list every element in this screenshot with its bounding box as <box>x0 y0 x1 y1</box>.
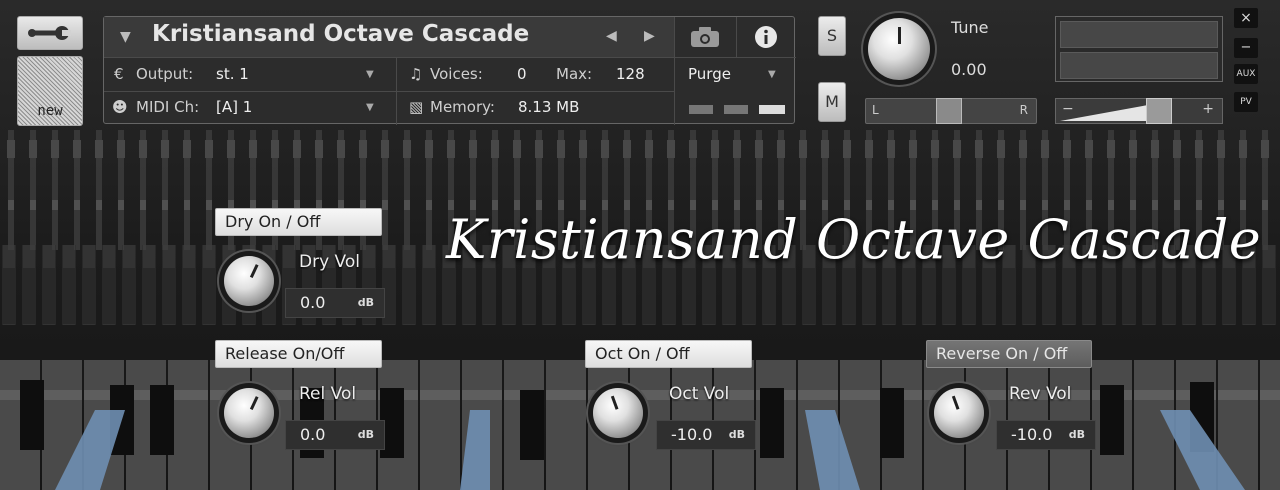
new-label: new <box>37 103 63 119</box>
close-button[interactable]: × <box>1234 8 1258 28</box>
wrench-icon <box>28 26 71 40</box>
volume-handle[interactable] <box>1146 98 1172 124</box>
rel-vol-value: 0.0 <box>300 425 326 444</box>
rel-vol-label: Rel Vol <box>299 384 357 404</box>
tune-knob[interactable] <box>868 18 930 80</box>
purge-menu[interactable]: Purge <box>688 65 731 83</box>
output-icon: € <box>114 65 124 83</box>
dry-toggle[interactable]: Dry On / Off <box>215 208 382 236</box>
rel-vol-knob[interactable] <box>224 388 274 438</box>
rev-vol-unit: dB <box>1068 428 1085 441</box>
options-button[interactable] <box>17 16 83 50</box>
rel-vol-unit: dB <box>357 428 374 441</box>
pan-slider[interactable]: L R <box>865 98 1037 124</box>
oct-vol-knob[interactable] <box>593 388 643 438</box>
dry-vol-knob[interactable] <box>224 256 274 306</box>
volume-plus-label: + <box>1202 101 1214 117</box>
voices-icon: ♫ <box>409 65 423 83</box>
instrument-name[interactable]: Kristiansand Octave Cascade <box>152 21 529 47</box>
max-label: Max: <box>556 65 593 83</box>
instrument-logo-title: Kristiansand Octave Cascade <box>446 208 1262 271</box>
dry-vol-unit: dB <box>357 296 374 309</box>
instrument-title-row: ▼ Kristiansand Octave Cascade ◀ ▶ <box>104 17 674 57</box>
pan-right-label: R <box>1019 103 1028 117</box>
rel-vol-value-box[interactable]: 0.0 dB <box>285 420 385 450</box>
dry-vol-value: 0.0 <box>300 293 326 312</box>
pan-handle[interactable] <box>936 98 962 124</box>
next-icon[interactable]: ▶ <box>644 28 655 44</box>
rev-vol-knob[interactable] <box>934 388 984 438</box>
purge-indicator-3 <box>759 105 785 114</box>
pv-button[interactable]: PV <box>1234 92 1258 112</box>
max-voices-value[interactable]: 128 <box>616 65 645 83</box>
aux-button[interactable]: AUX <box>1234 64 1258 84</box>
midi-dropdown-icon[interactable]: ▼ <box>366 102 374 113</box>
new-instrument-button[interactable]: new <box>17 56 83 126</box>
midi-icon: ☻ <box>112 98 128 116</box>
output-label: Output: <box>136 65 194 83</box>
level-meters <box>1055 16 1223 82</box>
voices-label: Voices: <box>430 65 483 83</box>
memory-label: Memory: <box>430 98 495 116</box>
oct-vol-value: -10.0 <box>671 425 713 444</box>
purge-indicator-2 <box>724 105 748 114</box>
output-value[interactable]: st. 1 <box>216 65 249 83</box>
reverse-toggle[interactable]: Reverse On / Off <box>926 340 1092 368</box>
pan-left-label: L <box>872 103 879 117</box>
mute-button[interactable]: M <box>818 82 846 122</box>
rev-vol-label: Rev Vol <box>1009 384 1072 404</box>
midi-label: MIDI Ch: <box>136 98 200 116</box>
rev-vol-value: -10.0 <box>1011 425 1053 444</box>
oct-vol-value-box[interactable]: -10.0 dB <box>656 420 756 450</box>
dry-vol-value-box[interactable]: 0.0 dB <box>285 288 385 318</box>
info-icon[interactable] <box>754 25 778 49</box>
solo-button[interactable]: S <box>818 16 846 56</box>
voices-value: 0 <box>517 65 527 83</box>
purge-indicator-1 <box>689 105 713 114</box>
tune-label: Tune <box>951 18 989 37</box>
tune-value: 0.00 <box>951 60 987 79</box>
dry-vol-label: Dry Vol <box>299 252 360 272</box>
prev-icon[interactable]: ◀ <box>606 28 617 44</box>
volume-slider[interactable]: − + <box>1055 98 1223 124</box>
octave-toggle[interactable]: Oct On / Off <box>585 340 752 368</box>
purge-dropdown-icon[interactable]: ▼ <box>768 69 776 80</box>
camera-icon[interactable] <box>690 26 720 48</box>
memory-value: 8.13 MB <box>518 98 580 116</box>
output-dropdown-icon[interactable]: ▼ <box>366 69 374 80</box>
release-toggle[interactable]: Release On/Off <box>215 340 382 368</box>
dropdown-arrow-icon[interactable]: ▼ <box>120 29 131 45</box>
minimize-button[interactable]: − <box>1234 38 1258 58</box>
memory-icon: ▧ <box>409 98 424 116</box>
level-meter-left <box>1060 21 1218 48</box>
midi-channel-value[interactable]: [A] 1 <box>216 98 252 116</box>
rev-vol-value-box[interactable]: -10.0 dB <box>996 420 1096 450</box>
level-meter-right <box>1060 52 1218 79</box>
instrument-header-panel: ▼ Kristiansand Octave Cascade ◀ ▶ € Outp… <box>103 16 796 125</box>
oct-vol-unit: dB <box>728 428 745 441</box>
oct-vol-label: Oct Vol <box>669 384 730 404</box>
